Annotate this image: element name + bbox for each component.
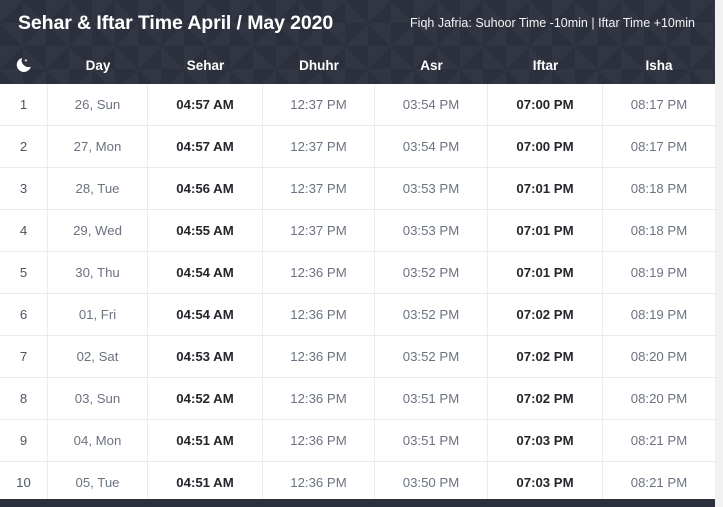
cell-isha: 08:18 PM — [630, 181, 688, 196]
cell-isha: 08:21 PM — [630, 475, 688, 490]
cell-day: 01, Fri — [48, 294, 148, 335]
cell-asr: 03:52 PM — [375, 294, 488, 335]
cell-sehar: 04:51 AM — [148, 462, 263, 503]
cell-index: 3 — [0, 168, 48, 209]
column-header-day: Day — [85, 57, 111, 73]
cell-sehar: 04:53 AM — [148, 336, 263, 377]
cell-iftar: 07:01 PM — [488, 168, 603, 209]
cell-iftar: 07:02 PM — [488, 336, 603, 377]
cell-asr: 03:50 PM — [375, 462, 488, 503]
cell-iftar: 07:02 PM — [488, 294, 603, 335]
crescent-moon-star-icon — [0, 54, 48, 74]
page-title: Sehar & Iftar Time April / May 2020 — [18, 11, 334, 34]
cell-day: 29, Wed — [48, 210, 148, 251]
cell-sehar: 04:55 AM — [148, 210, 263, 251]
cell-isha: 08:17 PM — [630, 97, 688, 112]
table-row[interactable]: 10 05, Tue 04:51 AM 12:36 PM 03:50 PM 07:03 P… — [0, 462, 715, 504]
cell-index: 2 — [0, 126, 48, 167]
cell-asr: 03:52 PM — [375, 252, 488, 293]
table-row[interactable]: 2 27, Mon 04:57 AM 12:37 PM 03:54 PM 07:00 PM… — [0, 126, 715, 168]
cell-index: 10 — [0, 462, 48, 503]
cell-dhuhr: 12:37 PM — [263, 168, 375, 209]
cell-dhuhr: 12:36 PM — [263, 294, 375, 335]
cell-index: 4 — [0, 210, 48, 251]
table-row[interactable]: 5 30, Thu 04:54 AM 12:36 PM 03:52 PM 07:01 PM… — [0, 252, 715, 294]
table-row[interactable]: 8 03, Sun 04:52 AM 12:36 PM 03:51 PM 07:02 PM… — [0, 378, 715, 420]
cell-iftar: 07:00 PM — [488, 84, 603, 125]
cell-day: 02, Sat — [48, 336, 148, 377]
cell-index: 8 — [0, 378, 48, 419]
cell-iftar: 07:01 PM — [488, 252, 603, 293]
column-header-sehar: Sehar — [186, 57, 225, 73]
cell-dhuhr: 12:37 PM — [263, 210, 375, 251]
cell-index: 1 — [0, 84, 48, 125]
table-row[interactable]: 3 28, Tue 04:56 AM 12:37 PM 03:53 PM 07:01 PM… — [0, 168, 715, 210]
sehar-iftar-timetable-widget: Sehar & Iftar Time April / May 2020 Fiqh… — [0, 0, 723, 507]
footer-bar — [0, 499, 715, 507]
cell-day: 05, Tue — [48, 462, 148, 503]
cell-isha: 08:18 PM — [630, 223, 688, 238]
cell-iftar: 07:00 PM — [488, 126, 603, 167]
cell-isha: 08:19 PM — [630, 307, 688, 322]
cell-asr: 03:54 PM — [375, 84, 488, 125]
cell-day: 26, Sun — [48, 84, 148, 125]
cell-isha: 08:21 PM — [630, 433, 688, 448]
cell-dhuhr: 12:36 PM — [263, 378, 375, 419]
header-title-bar: Sehar & Iftar Time April / May 2020 Fiqh… — [0, 0, 715, 46]
cell-sehar: 04:52 AM — [148, 378, 263, 419]
cell-sehar: 04:54 AM — [148, 294, 263, 335]
cell-iftar: 07:02 PM — [488, 378, 603, 419]
column-header-iftar: Iftar — [532, 57, 559, 73]
column-header-isha: Isha — [645, 57, 673, 73]
cell-index: 5 — [0, 252, 48, 293]
cell-isha: 08:17 PM — [630, 139, 688, 154]
cell-index: 6 — [0, 294, 48, 335]
cell-day: 04, Mon — [48, 420, 148, 461]
cell-asr: 03:53 PM — [375, 168, 488, 209]
cell-dhuhr: 12:36 PM — [263, 252, 375, 293]
cell-dhuhr: 12:36 PM — [263, 336, 375, 377]
cell-iftar: 07:01 PM — [488, 210, 603, 251]
column-header-row: Day Sehar Dhuhr Asr Iftar Isha — [0, 46, 715, 84]
table-header: Sehar & Iftar Time April / May 2020 Fiqh… — [0, 0, 715, 84]
cell-dhuhr: 12:37 PM — [263, 84, 375, 125]
table-row[interactable]: 9 04, Mon 04:51 AM 12:36 PM 03:51 PM 07:03 PM… — [0, 420, 715, 462]
table-row[interactable]: 1 26, Sun 04:57 AM 12:37 PM 03:54 PM 07:00 PM… — [0, 84, 715, 126]
cell-day: 27, Mon — [48, 126, 148, 167]
cell-sehar: 04:51 AM — [148, 420, 263, 461]
cell-dhuhr: 12:37 PM — [263, 126, 375, 167]
cell-index: 9 — [0, 420, 48, 461]
cell-asr: 03:52 PM — [375, 336, 488, 377]
column-header-asr: Asr — [420, 57, 443, 73]
cell-isha: 08:20 PM — [630, 349, 688, 364]
column-header-index — [0, 54, 48, 77]
cell-iftar: 07:03 PM — [488, 462, 603, 503]
cell-sehar: 04:56 AM — [148, 168, 263, 209]
cell-asr: 03:51 PM — [375, 420, 488, 461]
table-row[interactable]: 7 02, Sat 04:53 AM 12:36 PM 03:52 PM 07:02 PM… — [0, 336, 715, 378]
cell-sehar: 04:54 AM — [148, 252, 263, 293]
timetable-body: 1 26, Sun 04:57 AM 12:37 PM 03:54 PM 07:00 PM… — [0, 84, 715, 507]
cell-day: 28, Tue — [48, 168, 148, 209]
column-header-dhuhr: Dhuhr — [299, 57, 339, 73]
cell-asr: 03:51 PM — [375, 378, 488, 419]
cell-day: 03, Sun — [48, 378, 148, 419]
cell-isha: 08:20 PM — [630, 391, 688, 406]
fiqh-note: Fiqh Jafria: Suhoor Time -10min | Iftar … — [410, 16, 695, 30]
cell-sehar: 04:57 AM — [148, 126, 263, 167]
cell-day: 30, Thu — [48, 252, 148, 293]
cell-asr: 03:54 PM — [375, 126, 488, 167]
cell-iftar: 07:03 PM — [488, 420, 603, 461]
cell-isha: 08:19 PM — [630, 265, 688, 280]
cell-sehar: 04:57 AM — [148, 84, 263, 125]
cell-index: 7 — [0, 336, 48, 377]
table-row[interactable]: 4 29, Wed 04:55 AM 12:37 PM 03:53 PM 07:01 PM… — [0, 210, 715, 252]
table-row[interactable]: 6 01, Fri 04:54 AM 12:36 PM 03:52 PM 07:02 PM… — [0, 294, 715, 336]
cell-dhuhr: 12:36 PM — [263, 420, 375, 461]
cell-dhuhr: 12:36 PM — [263, 462, 375, 503]
cell-asr: 03:53 PM — [375, 210, 488, 251]
